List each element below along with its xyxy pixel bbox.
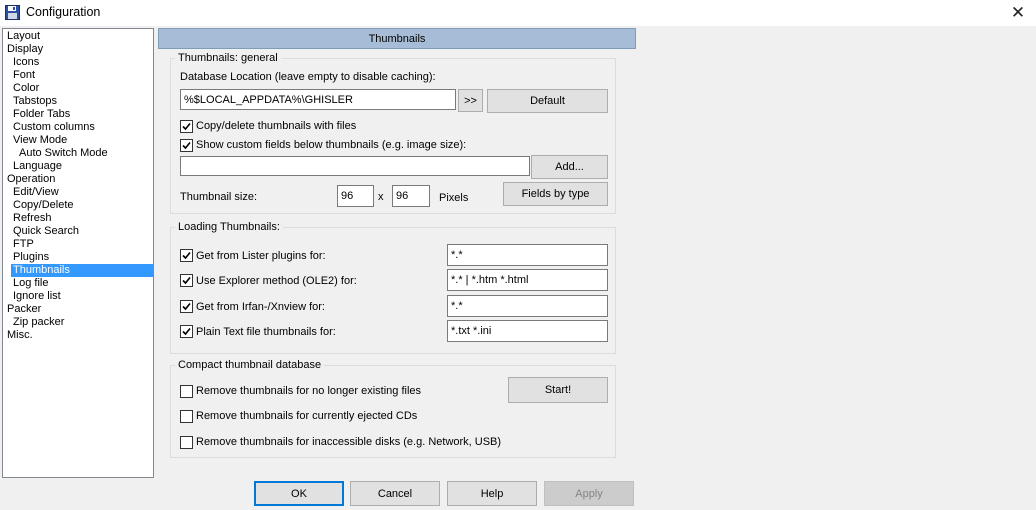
loading-pattern-input[interactable] — [447, 320, 608, 342]
tree-item-ftp[interactable]: FTP — [11, 238, 36, 251]
tree-item-display[interactable]: Display — [5, 43, 45, 56]
ok-button[interactable]: OK — [254, 481, 344, 506]
close-icon[interactable]: ✕ — [1003, 2, 1033, 24]
tree-item-packer[interactable]: Packer — [5, 303, 43, 316]
cancel-button[interactable]: Cancel — [350, 481, 440, 506]
tree-item-layout[interactable]: Layout — [5, 30, 42, 43]
tree-item-edit-view[interactable]: Edit/View — [11, 186, 61, 199]
tree-item-color[interactable]: Color — [11, 82, 41, 95]
apply-button[interactable]: Apply — [544, 481, 634, 506]
db-location-label: Database Location (leave empty to disabl… — [180, 71, 436, 83]
thumbnail-height-input[interactable] — [392, 185, 430, 207]
tree-item-ignore-list[interactable]: Ignore list — [11, 290, 63, 303]
tree-item-plugins[interactable]: Plugins — [11, 251, 51, 264]
general-group-title: Thumbnails: general — [175, 52, 281, 65]
copy-delete-label: Copy/delete thumbnails with files — [196, 120, 357, 132]
loading-checkbox[interactable] — [180, 249, 193, 262]
copy-delete-checkbox[interactable] — [180, 120, 193, 133]
compact-checkbox[interactable] — [180, 410, 193, 423]
tree-item-custom-columns[interactable]: Custom columns — [11, 121, 97, 134]
tree-item-copy-delete[interactable]: Copy/Delete — [11, 199, 76, 212]
thumbnail-size-label: Thumbnail size: — [180, 191, 258, 203]
loading-group-title: Loading Thumbnails: — [175, 221, 283, 234]
compact-group-title: Compact thumbnail database — [175, 359, 325, 372]
custom-fields-checkbox[interactable] — [180, 139, 193, 152]
default-button[interactable]: Default — [487, 89, 608, 113]
loading-checkbox[interactable] — [180, 300, 193, 313]
loading-label: Get from Irfan-/Xnview for: — [196, 301, 325, 313]
compact-label: Remove thumbnails for no longer existing… — [196, 385, 422, 397]
panel-title: Thumbnails — [158, 28, 636, 49]
add-button[interactable]: Add... — [531, 155, 608, 179]
window-title: Configuration — [26, 5, 101, 19]
loading-label: Use Explorer method (OLE2) for: — [196, 275, 357, 287]
custom-fields-label: Show custom fields below thumbnails (e.g… — [196, 139, 467, 151]
loading-label: Get from Lister plugins for: — [196, 250, 326, 262]
tree-item-misc[interactable]: Misc. — [5, 329, 35, 342]
loading-pattern-input[interactable] — [447, 244, 608, 266]
tree-item-refresh[interactable]: Refresh — [11, 212, 54, 225]
tree-item-tabstops[interactable]: Tabstops — [11, 95, 59, 108]
tree-item-folder-tabs[interactable]: Folder Tabs — [11, 108, 72, 121]
help-button[interactable]: Help — [447, 481, 537, 506]
pixels-label: Pixels — [439, 192, 469, 204]
tree-item-quick-search[interactable]: Quick Search — [11, 225, 81, 238]
loading-pattern-input[interactable] — [447, 295, 608, 317]
size-x-label: x — [378, 191, 384, 203]
loading-pattern-input[interactable] — [447, 269, 608, 291]
loading-checkbox[interactable] — [180, 274, 193, 287]
tree-item-zip-packer[interactable]: Zip packer — [11, 316, 66, 329]
thumbnail-width-input[interactable] — [337, 185, 374, 207]
settings-tree[interactable]: Layout Display Icons Font Color Tabstops Folde… — [2, 28, 154, 478]
tree-item-operation[interactable]: Operation — [5, 173, 57, 186]
loading-label: Plain Text file thumbnails for: — [196, 326, 336, 338]
tree-item-language[interactable]: Language — [11, 160, 64, 173]
start-button[interactable]: Start! — [508, 377, 608, 403]
compact-checkbox[interactable] — [180, 436, 193, 449]
fields-by-type-button[interactable]: Fields by type — [503, 182, 608, 206]
browse-button[interactable]: >> — [458, 89, 483, 112]
custom-fields-input[interactable] — [180, 156, 530, 176]
compact-label: Remove thumbnails for currently ejected … — [196, 410, 418, 422]
loading-checkbox[interactable] — [180, 325, 193, 338]
tree-item-log-file[interactable]: Log file — [11, 277, 50, 290]
floppy-disk-icon — [5, 5, 20, 20]
tree-item-view-mode[interactable]: View Mode — [11, 134, 69, 147]
db-location-input[interactable] — [180, 89, 456, 110]
compact-checkbox[interactable] — [180, 385, 193, 398]
compact-label: Remove thumbnails for inaccessible disks… — [196, 436, 502, 448]
tree-item-thumbnails[interactable]: Thumbnails — [11, 264, 153, 277]
tree-item-auto-switch-mode[interactable]: Auto Switch Mode — [17, 147, 110, 160]
tree-item-icons[interactable]: Icons — [11, 56, 41, 69]
tree-item-font[interactable]: Font — [11, 69, 37, 82]
title-bar — [0, 0, 1036, 26]
